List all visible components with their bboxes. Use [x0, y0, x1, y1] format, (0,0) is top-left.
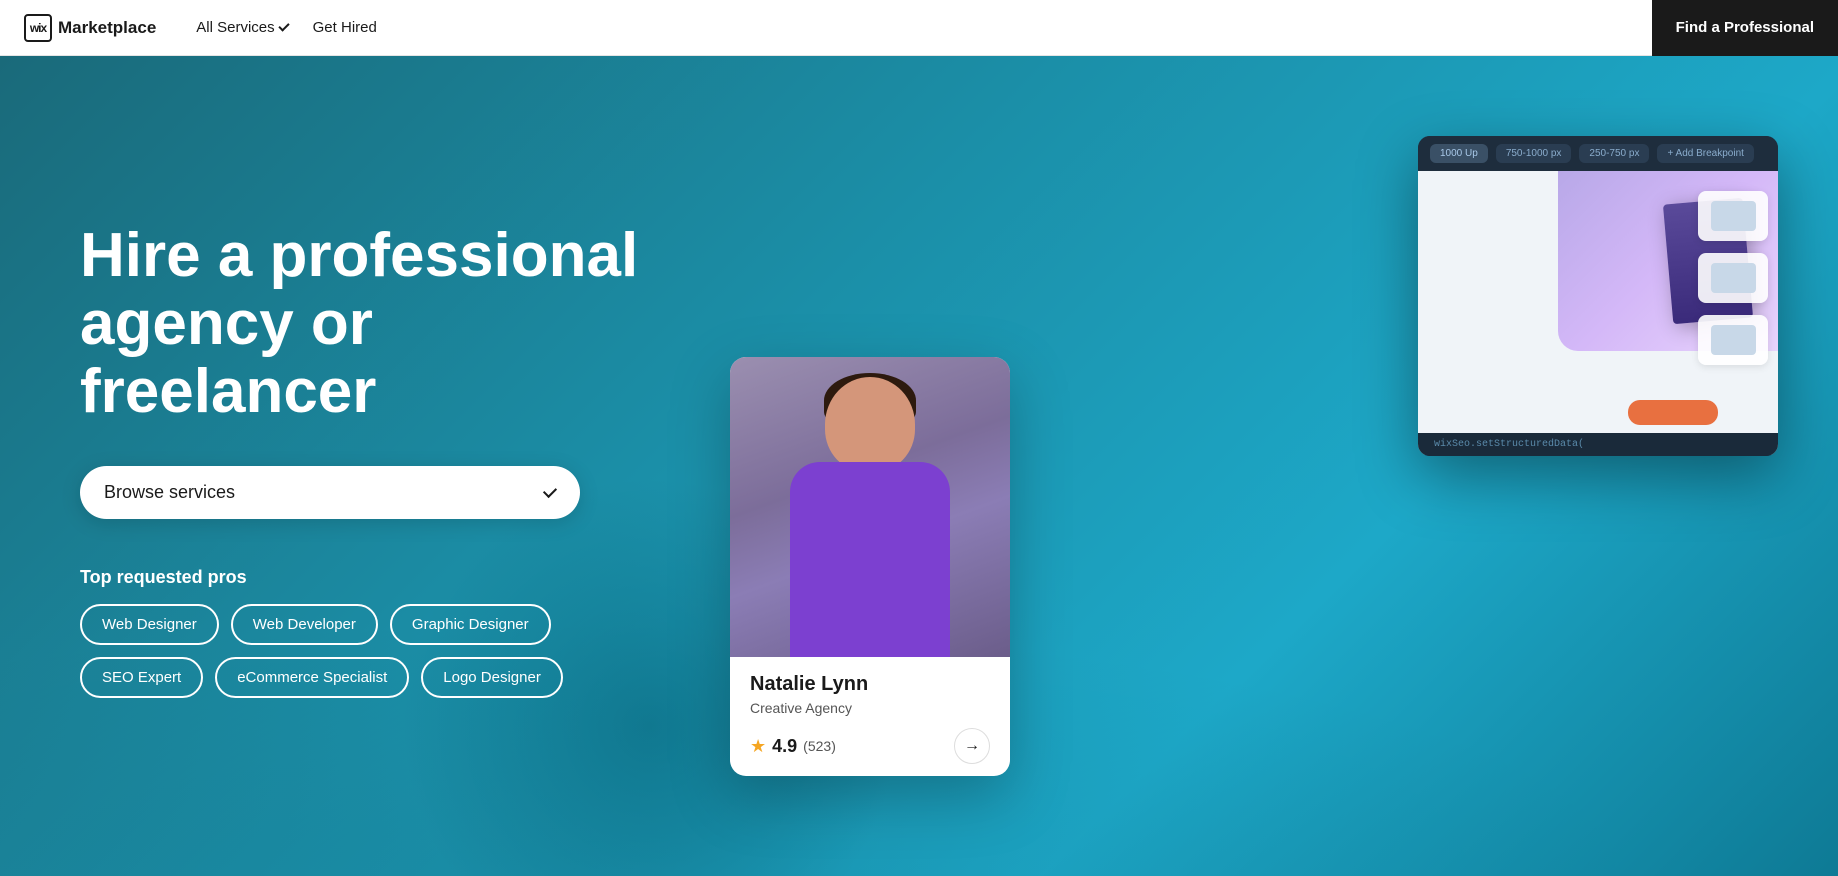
editor-mockup: 1000 Up 750-1000 px 250-750 px + Add Bre… [1418, 136, 1778, 456]
hero-section: Hire a professional agency or freelancer… [0, 56, 1838, 876]
bp-750-1000: 750-1000 px [1496, 144, 1572, 163]
top-requested-label: Top requested pros [80, 567, 680, 588]
browse-services-dropdown[interactable]: Browse services [80, 466, 580, 519]
get-hired-nav-link[interactable]: Get Hired [305, 13, 385, 42]
profile-card-info: Natalie Lynn Creative Agency ★ 4.9 (523)… [730, 657, 1010, 776]
tag-graphic-designer[interactable]: Graphic Designer [390, 604, 551, 645]
wix-logo-icon: wix [24, 14, 52, 42]
profile-card-image [730, 357, 1010, 657]
bp-panel-inner-1 [1711, 201, 1756, 231]
tag-seo-expert[interactable]: SEO Expert [80, 657, 203, 698]
person-figure [760, 367, 980, 657]
tags-row-2: SEO Expert eCommerce Specialist Logo Des… [80, 657, 680, 698]
bp-1000up: 1000 Up [1430, 144, 1488, 163]
profile-card: Natalie Lynn Creative Agency ★ 4.9 (523)… [730, 357, 1010, 776]
bp-250-750: 250-750 px [1579, 144, 1649, 163]
profile-rating-row: ★ 4.9 (523) → [750, 728, 990, 764]
hero-illustration: Natalie Lynn Creative Agency ★ 4.9 (523)… [680, 116, 1758, 816]
tags-row-1: Web Designer Web Developer Graphic Desig… [80, 604, 680, 645]
tag-web-designer[interactable]: Web Designer [80, 604, 219, 645]
profile-role: Creative Agency [750, 700, 990, 716]
editor-topbar: 1000 Up 750-1000 px 250-750 px + Add Bre… [1418, 136, 1778, 171]
editor-canvas [1418, 171, 1778, 455]
bp-panel-1 [1698, 191, 1768, 241]
hero-heading: Hire a professional agency or freelancer [80, 222, 680, 427]
logo[interactable]: wix Marketplace [24, 14, 156, 42]
hero-content: Hire a professional agency or freelancer… [80, 222, 680, 711]
top-requested-section: Top requested pros Web Designer Web Deve… [80, 567, 680, 698]
find-professional-button[interactable]: Find a Professional [1652, 0, 1838, 56]
bp-panel-inner-3 [1711, 325, 1756, 355]
code-snippet-bar: wixSeo.setStructuredData( [1418, 433, 1778, 456]
marketplace-label: Marketplace [58, 18, 156, 38]
product-platform [1628, 400, 1718, 425]
nav-links: All Services Get Hired [188, 13, 385, 42]
rating-count: (523) [803, 738, 836, 754]
bp-panel-2 [1698, 253, 1768, 303]
browse-dropdown-label: Browse services [104, 482, 235, 503]
browse-chevron-icon [543, 484, 557, 498]
person-body [790, 462, 950, 657]
star-icon: ★ [750, 736, 766, 757]
profile-name: Natalie Lynn [750, 673, 990, 696]
profile-next-button[interactable]: → [954, 728, 990, 764]
navbar: wix Marketplace All Services Get Hired F… [0, 0, 1838, 56]
bp-panels [1698, 191, 1768, 365]
chevron-down-icon [278, 20, 289, 31]
tag-logo-designer[interactable]: Logo Designer [421, 657, 563, 698]
bp-panel-3 [1698, 315, 1768, 365]
tag-ecommerce-specialist[interactable]: eCommerce Specialist [215, 657, 409, 698]
bp-panel-inner-2 [1711, 263, 1756, 293]
rating-left: ★ 4.9 (523) [750, 736, 836, 757]
tag-web-developer[interactable]: Web Developer [231, 604, 378, 645]
person-head [825, 377, 915, 472]
bp-add[interactable]: + Add Breakpoint [1657, 144, 1753, 163]
all-services-nav-link[interactable]: All Services [188, 13, 296, 42]
rating-number: 4.9 [772, 736, 797, 757]
